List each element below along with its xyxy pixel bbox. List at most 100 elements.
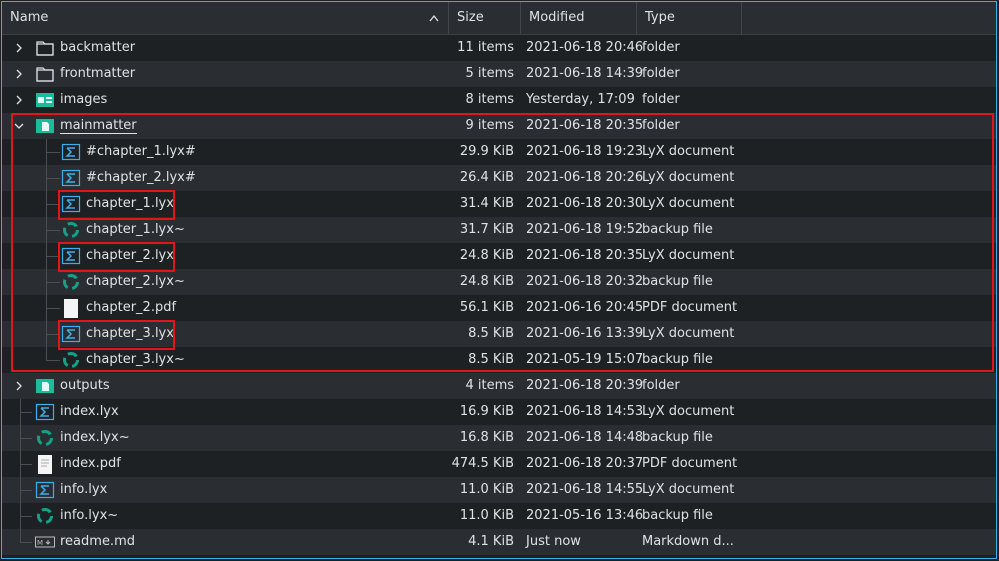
file-row[interactable]: frontmatter 5 items 2021-06-18 14:39 folder bbox=[2, 61, 996, 87]
tree-guide-line bbox=[46, 334, 60, 335]
file-type: folder bbox=[642, 378, 680, 393]
chevron-right-icon[interactable] bbox=[13, 94, 25, 106]
file-type: folder bbox=[642, 92, 680, 107]
pdf-icon bbox=[61, 298, 81, 318]
file-type: LyX document bbox=[642, 144, 735, 159]
file-name: #chapter_1.lyx# bbox=[86, 144, 196, 159]
chevron-right-icon[interactable] bbox=[13, 380, 25, 392]
file-name: chapter_3.lyx bbox=[86, 326, 174, 341]
file-row[interactable]: chapter_1.lyx 31.4 KiB 2021-06-18 20:30 LyX… bbox=[2, 191, 996, 217]
file-size: 474.5 KiB bbox=[451, 456, 514, 471]
lyx-icon bbox=[35, 402, 55, 422]
tree-guide-line bbox=[46, 204, 60, 205]
file-row[interactable]: images 8 items Yesterday, 17:09 folder bbox=[2, 87, 996, 113]
chevron-right-icon[interactable] bbox=[13, 42, 25, 54]
file-row[interactable]: outputs 4 items 2021-06-18 20:39 folder bbox=[2, 373, 996, 399]
recycle-icon bbox=[35, 506, 55, 526]
file-modified: 2021-06-16 13:39 bbox=[526, 326, 644, 341]
recycle-icon bbox=[35, 428, 55, 448]
file-modified: 2021-05-16 13:46 bbox=[526, 508, 644, 523]
column-modified-label: Modified bbox=[529, 10, 585, 25]
file-name: #chapter_2.lyx# bbox=[86, 170, 196, 185]
file-modified: 2021-06-18 20:37 bbox=[526, 456, 644, 471]
file-modified: 2021-06-18 14:48 bbox=[526, 430, 644, 445]
column-header: Name Size Modified Type bbox=[2, 2, 996, 35]
column-size-label: Size bbox=[457, 10, 484, 25]
file-name: info.lyx~ bbox=[60, 508, 119, 523]
column-size-header[interactable]: Size bbox=[449, 2, 521, 34]
file-row[interactable]: index.lyx 16.9 KiB 2021-06-18 14:53 LyX doc… bbox=[2, 399, 996, 425]
svg-text:M: M bbox=[37, 539, 43, 547]
file-type: Markdown d... bbox=[642, 534, 734, 549]
tree-guide-line bbox=[20, 516, 32, 517]
file-type: folder bbox=[642, 40, 680, 55]
recycle-icon bbox=[61, 272, 81, 292]
column-type-label: Type bbox=[645, 10, 675, 25]
file-row[interactable]: chapter_2.pdf 56.1 KiB 2021-06-16 20:45 PDF… bbox=[2, 295, 996, 321]
file-row[interactable]: info.lyx 11.0 KiB 2021-06-18 14:55 LyX docu… bbox=[2, 477, 996, 503]
file-name: chapter_2.lyx bbox=[86, 248, 174, 263]
file-row[interactable]: chapter_2.lyx 24.8 KiB 2021-06-18 20:35 LyX… bbox=[2, 243, 996, 269]
file-name: info.lyx bbox=[60, 482, 108, 497]
file-row[interactable]: chapter_3.lyx 8.5 KiB 2021-06-16 13:39 LyX … bbox=[2, 321, 996, 347]
lyx-icon bbox=[61, 194, 81, 214]
document-folder-icon bbox=[35, 376, 55, 396]
column-type-header[interactable]: Type bbox=[637, 2, 742, 34]
file-name: index.lyx bbox=[60, 404, 119, 419]
file-size: 24.8 KiB bbox=[459, 274, 514, 289]
file-name: images bbox=[60, 92, 108, 107]
file-row[interactable]: chapter_1.lyx~ 31.7 KiB 2021-06-18 19:52 ba… bbox=[2, 217, 996, 243]
lyx-icon bbox=[61, 246, 81, 266]
file-name: chapter_1.lyx~ bbox=[86, 222, 185, 237]
lyx-icon bbox=[61, 142, 81, 162]
file-row[interactable]: mainmatter 9 items 2021-06-18 20:35 folder bbox=[2, 113, 996, 139]
image-folder-icon bbox=[35, 90, 55, 110]
column-name-header[interactable]: Name bbox=[2, 2, 449, 34]
file-name: mainmatter bbox=[60, 113, 137, 134]
tree-guide-line bbox=[46, 230, 60, 231]
tree-guide-line bbox=[20, 490, 32, 491]
file-size: 11.0 KiB bbox=[459, 508, 514, 523]
file-size: 9 items bbox=[465, 118, 514, 133]
file-type: LyX document bbox=[642, 170, 735, 185]
file-type: LyX document bbox=[642, 326, 735, 341]
file-type: PDF document bbox=[642, 300, 738, 315]
chevron-down-icon[interactable] bbox=[13, 120, 25, 132]
file-name: backmatter bbox=[60, 40, 136, 55]
file-size: 11 items bbox=[457, 40, 514, 55]
file-size: 4 items bbox=[465, 378, 514, 393]
column-name-label: Name bbox=[10, 10, 49, 25]
file-row[interactable]: backmatter 11 items 2021-06-18 20:46 folder bbox=[2, 35, 996, 61]
file-row[interactable]: #chapter_1.lyx# 29.9 KiB 2021-06-18 19:23 L… bbox=[2, 139, 996, 165]
folder-icon bbox=[35, 38, 55, 58]
file-size: 26.4 KiB bbox=[459, 170, 514, 185]
file-name: outputs bbox=[60, 378, 110, 393]
tree-guide-line bbox=[20, 464, 32, 465]
document-folder-icon bbox=[35, 116, 55, 136]
file-size: 16.8 KiB bbox=[459, 430, 514, 445]
file-size: 56.1 KiB bbox=[459, 300, 514, 315]
tree-guide-line bbox=[46, 308, 60, 309]
file-size: 31.7 KiB bbox=[459, 222, 514, 237]
column-modified-header[interactable]: Modified bbox=[521, 2, 637, 34]
file-size: 31.4 KiB bbox=[459, 196, 514, 211]
file-row[interactable]: chapter_3.lyx~ 8.5 KiB 2021-05-19 15:07 bac… bbox=[2, 347, 996, 373]
chevron-right-icon[interactable] bbox=[13, 68, 25, 80]
file-row[interactable]: index.lyx~ 16.8 KiB 2021-06-18 14:48 backup… bbox=[2, 425, 996, 451]
file-row[interactable]: chapter_2.lyx~ 24.8 KiB 2021-06-18 20:32 ba… bbox=[2, 269, 996, 295]
file-name: index.pdf bbox=[60, 456, 121, 471]
file-row[interactable]: Mreadme.md 4.1 KiB Just now Markdown d... bbox=[2, 529, 996, 555]
file-list-view[interactable]: Name Size Modified Type backmatter 11 ite… bbox=[1, 1, 997, 559]
file-size: 8 items bbox=[465, 92, 514, 107]
file-modified: 2021-06-18 20:35 bbox=[526, 248, 644, 263]
file-name: readme.md bbox=[60, 534, 135, 549]
file-row[interactable]: #chapter_2.lyx# 26.4 KiB 2021-06-18 20:26 L… bbox=[2, 165, 996, 191]
tree-guide-line bbox=[46, 256, 60, 257]
file-modified: 2021-06-18 20:30 bbox=[526, 196, 644, 211]
file-modified: 2021-06-18 14:53 bbox=[526, 404, 644, 419]
file-type: LyX document bbox=[642, 248, 735, 263]
file-row[interactable]: index.pdf 474.5 KiB 2021-06-18 20:37 PDF do… bbox=[2, 451, 996, 477]
markdown-icon: M bbox=[35, 532, 55, 552]
file-row[interactable]: info.lyx~ 11.0 KiB 2021-05-16 13:46 backup … bbox=[2, 503, 996, 529]
tree-guide-line bbox=[20, 438, 32, 439]
